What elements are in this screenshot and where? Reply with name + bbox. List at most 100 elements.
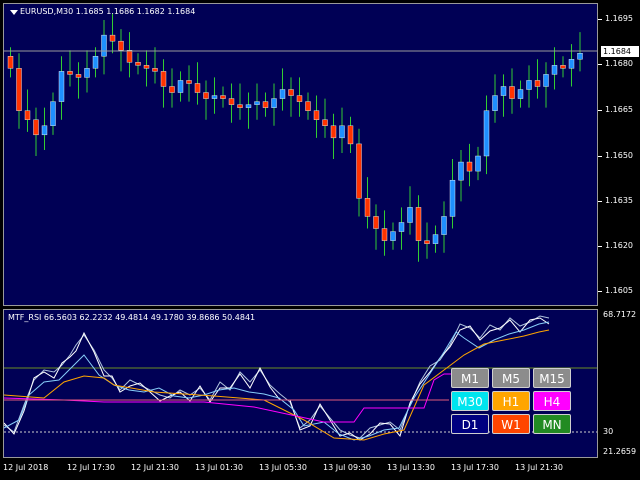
price-chart-canvas: [4, 13, 597, 262]
price-chart-pane[interactable]: EURUSD,M30 1.1685 1.1686 1.1682 1.1684: [3, 3, 598, 306]
candle-body: [186, 80, 192, 84]
candle-body: [432, 234, 439, 244]
timeframe-button-w1[interactable]: W1: [492, 414, 530, 434]
price-axis-label: 1.1695: [605, 14, 633, 23]
time-axis-label: 13 Jul 09:30: [323, 463, 371, 472]
candle-body: [390, 231, 396, 241]
indicator-axis-label: 68.7172: [603, 310, 637, 319]
candle-body: [211, 95, 218, 99]
candle-body: [245, 104, 252, 108]
candle-body: [220, 95, 226, 99]
candle-body: [203, 92, 209, 99]
candle-body: [551, 65, 558, 75]
candle-body: [560, 65, 566, 69]
candle-body: [424, 240, 430, 244]
candle-body: [568, 59, 575, 69]
current-price-tag: 1.1684: [601, 46, 639, 57]
candle-body: [135, 62, 141, 66]
dropdown-arrow-icon[interactable]: [10, 10, 18, 15]
candle-body: [322, 119, 328, 126]
indicator-pane[interactable]: MTF_RSI 66.5603 62.2232 49.4814 49.1780 …: [3, 309, 598, 458]
candle-body: [16, 68, 22, 111]
candle-body: [254, 101, 260, 105]
candle-body: [313, 110, 320, 120]
time-axis-label: 13 Jul 05:30: [259, 463, 307, 472]
candle-body: [364, 198, 371, 217]
candle-body: [169, 86, 175, 93]
price-axis-tick: [598, 64, 602, 65]
candle-body: [118, 40, 124, 51]
price-axis-tick: [598, 246, 602, 247]
candle-body: [441, 216, 447, 235]
time-axis-label: 13 Jul 21:30: [515, 463, 563, 472]
candle-body: [492, 95, 498, 111]
price-axis-tick: [598, 291, 602, 292]
candle-body: [92, 56, 99, 69]
time-axis-label: 13 Jul 13:30: [387, 463, 435, 472]
price-axis-label: 1.1665: [605, 105, 633, 114]
candle-body: [58, 71, 65, 102]
candle-body: [84, 68, 90, 78]
timeframe-button-h1[interactable]: H1: [492, 391, 530, 411]
candle-body: [483, 110, 490, 157]
timeframe-button-m1[interactable]: M1: [451, 368, 489, 388]
candle-body: [296, 95, 303, 102]
price-axis-tick: [598, 201, 602, 202]
timeframe-button-d1[interactable]: D1: [451, 414, 489, 434]
candle-body: [33, 119, 39, 136]
timeframe-button-m15[interactable]: M15: [533, 368, 571, 388]
candle-body: [271, 98, 277, 108]
candle-body: [109, 34, 116, 42]
candle-body: [543, 74, 549, 87]
candle-body: [339, 125, 345, 139]
time-axis-label: 12 Jul 17:30: [67, 463, 115, 472]
candle-body: [398, 222, 405, 232]
candle-body: [288, 89, 294, 96]
price-axis-tick: [598, 156, 602, 157]
candle-body: [517, 89, 524, 99]
candle-body: [177, 80, 184, 93]
price-axis-label: 1.1620: [605, 241, 633, 250]
candle-body: [475, 155, 481, 172]
price-axis-label: 1.1635: [605, 196, 633, 205]
candle-body: [279, 89, 286, 99]
time-axis-label: 12 Jul 21:30: [131, 463, 179, 472]
timeframe-button-m30[interactable]: M30: [451, 391, 489, 411]
candle-body: [347, 125, 354, 145]
candle-body: [415, 207, 422, 241]
price-axis-label: 1.1605: [605, 286, 633, 295]
candle-body: [407, 207, 413, 223]
candle-body: [330, 125, 337, 139]
candle-body: [228, 98, 235, 105]
candle-body: [466, 161, 473, 172]
candle-body: [126, 50, 133, 63]
price-axis-label: 1.1650: [605, 151, 633, 160]
timeframe-button-m5[interactable]: M5: [492, 368, 530, 388]
candle-body: [262, 101, 269, 108]
candle-body: [101, 34, 107, 57]
candle-body: [381, 228, 388, 241]
candle-body: [67, 71, 73, 75]
indicator-axis-label: 30: [603, 427, 614, 436]
time-axis-label: 13 Jul 17:30: [451, 463, 499, 472]
candle-body: [449, 179, 456, 217]
candle-body: [75, 74, 82, 78]
chart-symbol-title: EURUSD,M30 1.1685 1.1686 1.1682 1.1684: [20, 7, 196, 16]
candle-body: [41, 125, 48, 136]
candle-body: [458, 161, 464, 181]
candle-body: [24, 110, 31, 120]
candle-body: [160, 71, 167, 87]
candle-body: [50, 101, 56, 126]
candle-body: [373, 216, 379, 229]
candle-body: [152, 68, 158, 72]
timeframe-button-mn[interactable]: MN: [533, 414, 571, 434]
price-axis-tick: [598, 110, 602, 111]
timeframe-button-h4[interactable]: H4: [533, 391, 571, 411]
indicator-title: MTF_RSI 66.5603 62.2232 49.4814 49.1780 …: [8, 313, 256, 322]
price-axis-label: 1.1680: [605, 59, 633, 68]
candle-body: [356, 143, 362, 199]
candle-body: [194, 83, 201, 93]
candle-body: [143, 65, 150, 69]
candle-body: [509, 86, 515, 99]
candle-body: [526, 80, 532, 90]
